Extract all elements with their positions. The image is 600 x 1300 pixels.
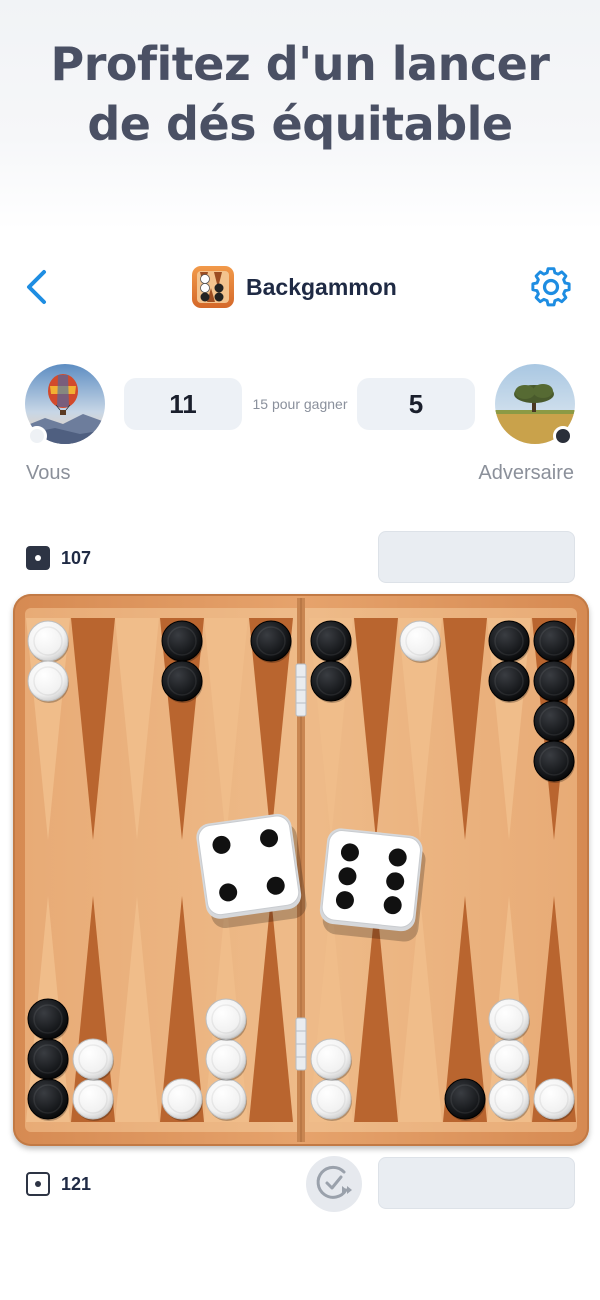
pip-count-opponent: 107 bbox=[61, 548, 92, 568]
settings-button[interactable] bbox=[528, 264, 574, 310]
promo-headline-line-1: Profitez d'un lancer bbox=[50, 37, 551, 91]
player-dice-slot bbox=[378, 1157, 575, 1209]
game-title: Backgammon bbox=[192, 265, 397, 309]
backgammon-board[interactable] bbox=[13, 594, 589, 1146]
board-canvas bbox=[25, 598, 577, 1142]
light-die-icon bbox=[26, 1172, 50, 1196]
backgammon-app-icon bbox=[192, 266, 234, 308]
opponent-pip-row: 107 bbox=[0, 530, 600, 584]
player-status-dot-opponent bbox=[553, 426, 573, 446]
chevron-left-icon bbox=[27, 270, 46, 304]
die-1 bbox=[196, 813, 307, 929]
confirm-move-button[interactable] bbox=[306, 1156, 362, 1212]
score-you: 11 bbox=[124, 378, 242, 430]
promo-headline-line-2: de dés équitable bbox=[87, 97, 513, 151]
player-label-opponent: Adversaire bbox=[478, 462, 574, 484]
check-fast-forward-icon bbox=[316, 1165, 352, 1199]
gear-icon bbox=[531, 267, 571, 307]
match-target-text: 15 pour gagner bbox=[252, 396, 348, 412]
dark-die-icon bbox=[26, 546, 50, 570]
promo-headline: Profitez d'un lancer de dés équitable bbox=[0, 34, 600, 154]
player-pip-row: 121 bbox=[0, 1156, 600, 1212]
top-navigation-bar: Backgammon bbox=[0, 262, 600, 312]
player-label-you: Vous bbox=[26, 462, 71, 484]
player-status-dot-you bbox=[27, 426, 47, 446]
nav-title-text: Backgammon bbox=[246, 273, 397, 300]
back-button[interactable] bbox=[20, 266, 60, 308]
die-2 bbox=[319, 828, 426, 942]
pip-count-you: 121 bbox=[61, 1174, 92, 1194]
score-opponent: 5 bbox=[357, 378, 475, 430]
players-panel: 11 15 pour gagner 5 Vous Adversaire bbox=[0, 362, 600, 492]
opponent-dice-slot bbox=[378, 531, 575, 583]
